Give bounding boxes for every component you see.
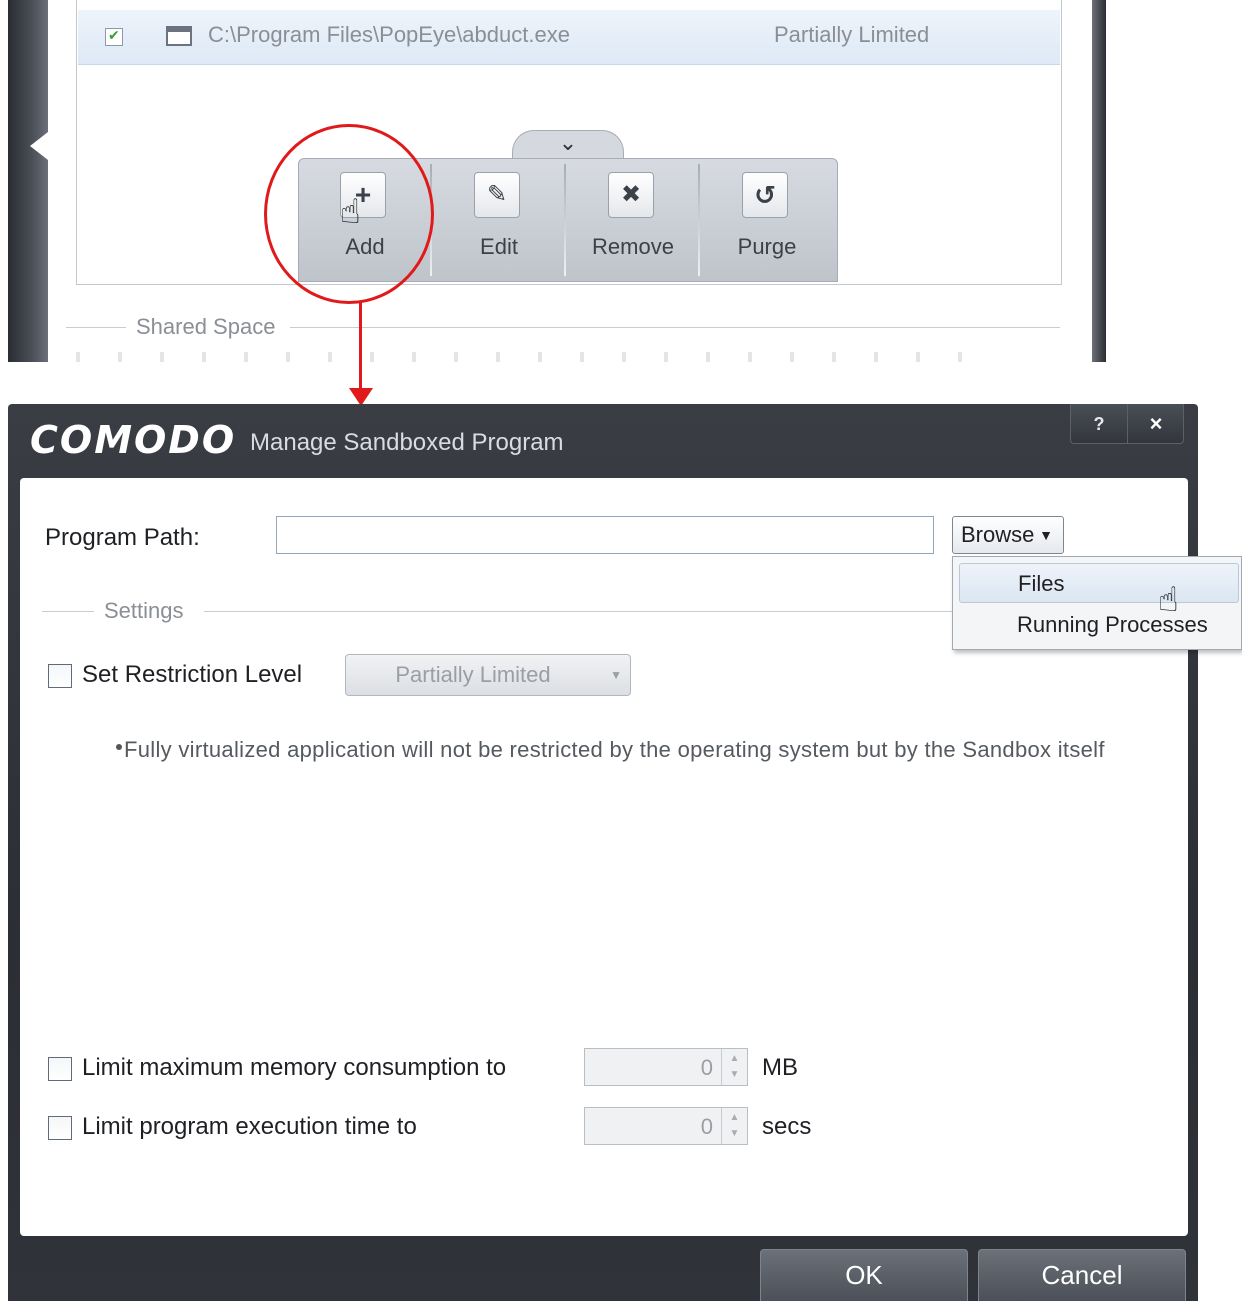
caret-down-icon: ▼ [1039,527,1053,543]
memory-limit-label: Limit maximum memory consumption to [82,1054,507,1081]
bullet-icon [116,744,122,750]
restriction-level-label: Set Restriction Level [82,661,303,688]
execution-time-stepper[interactable]: 0 ▲ ▼ [584,1107,748,1145]
nav-pointer [30,132,48,160]
execution-time-unit: secs [762,1113,812,1140]
cancel-button[interactable]: Cancel [978,1249,1186,1301]
menu-item-files[interactable]: Files [959,563,1239,603]
restriction-level-select[interactable]: Partially Limited ▼ [345,654,631,696]
stepper-arrows-icon[interactable]: ▲ ▼ [721,1108,747,1144]
program-path-input[interactable] [276,516,934,554]
help-button[interactable]: ? [1071,404,1128,444]
refresh-icon: ↺ [742,172,788,218]
close-button[interactable]: × [1128,404,1184,444]
menu-item-running-processes[interactable]: Running Processes [959,605,1239,645]
x-icon: ✖ [608,172,654,218]
scroll-edge [1092,0,1106,362]
callout-connector [359,302,362,392]
chevron-down-icon[interactable]: ⌄ [548,130,588,156]
shared-space-heading: Shared Space [130,314,282,340]
remove-button[interactable]: ✖ Remove [566,158,700,282]
program-path-label: Program Path: [45,524,200,551]
purge-label: Purge [737,234,797,259]
settings-heading: Settings [98,598,190,624]
remove-label: Remove [592,234,674,259]
memory-limit-stepper[interactable]: 0 ▲ ▼ [584,1048,748,1086]
browse-button[interactable]: Browse ▼ [952,516,1064,554]
row-checkbox[interactable] [105,27,123,46]
memory-unit: MB [762,1054,798,1081]
edit-button[interactable]: ✎ Edit [432,158,566,282]
callout-circle [264,124,434,304]
section-divider [290,327,1060,328]
row-path: C:\Program Files\PopEye\abduct.exe [208,22,570,47]
dialog-title: Manage Sandboxed Program [250,429,564,456]
stepper-arrows-icon[interactable]: ▲ ▼ [721,1049,747,1085]
edit-label: Edit [480,234,518,259]
virtualization-note: Fully virtualized application will not b… [124,737,1105,762]
restriction-level-value: Partially Limited [395,662,551,687]
restriction-level-checkbox[interactable] [48,664,72,688]
memory-limit-checkbox[interactable] [48,1057,72,1081]
execution-time-checkbox[interactable] [48,1116,72,1140]
execution-time-value: 0 [700,1114,713,1139]
memory-limit-value: 0 [700,1055,713,1080]
truncated-description [76,352,976,362]
comodo-logo: COMODO [30,418,237,462]
left-nav-bar [8,0,48,362]
browse-menu: Files Running Processes [952,556,1242,650]
purge-button[interactable]: ↺ Purge [700,158,834,282]
menu-item-label: Files [1018,571,1065,596]
title-bar-buttons: ? × [1070,404,1184,444]
section-divider [42,611,94,612]
menu-item-label: Running Processes [1017,612,1208,637]
application-icon [166,26,192,46]
pencil-icon: ✎ [474,172,520,218]
execution-time-label: Limit program execution time to [82,1113,417,1140]
section-divider [66,327,126,328]
section-divider [204,611,952,612]
ok-button[interactable]: OK [760,1249,968,1301]
browse-label: Browse [961,522,1035,547]
hand-cursor-icon: ☝ [1158,581,1179,619]
row-restriction-level: Partially Limited [774,22,930,47]
chevron-down-icon: ▼ [610,668,622,682]
